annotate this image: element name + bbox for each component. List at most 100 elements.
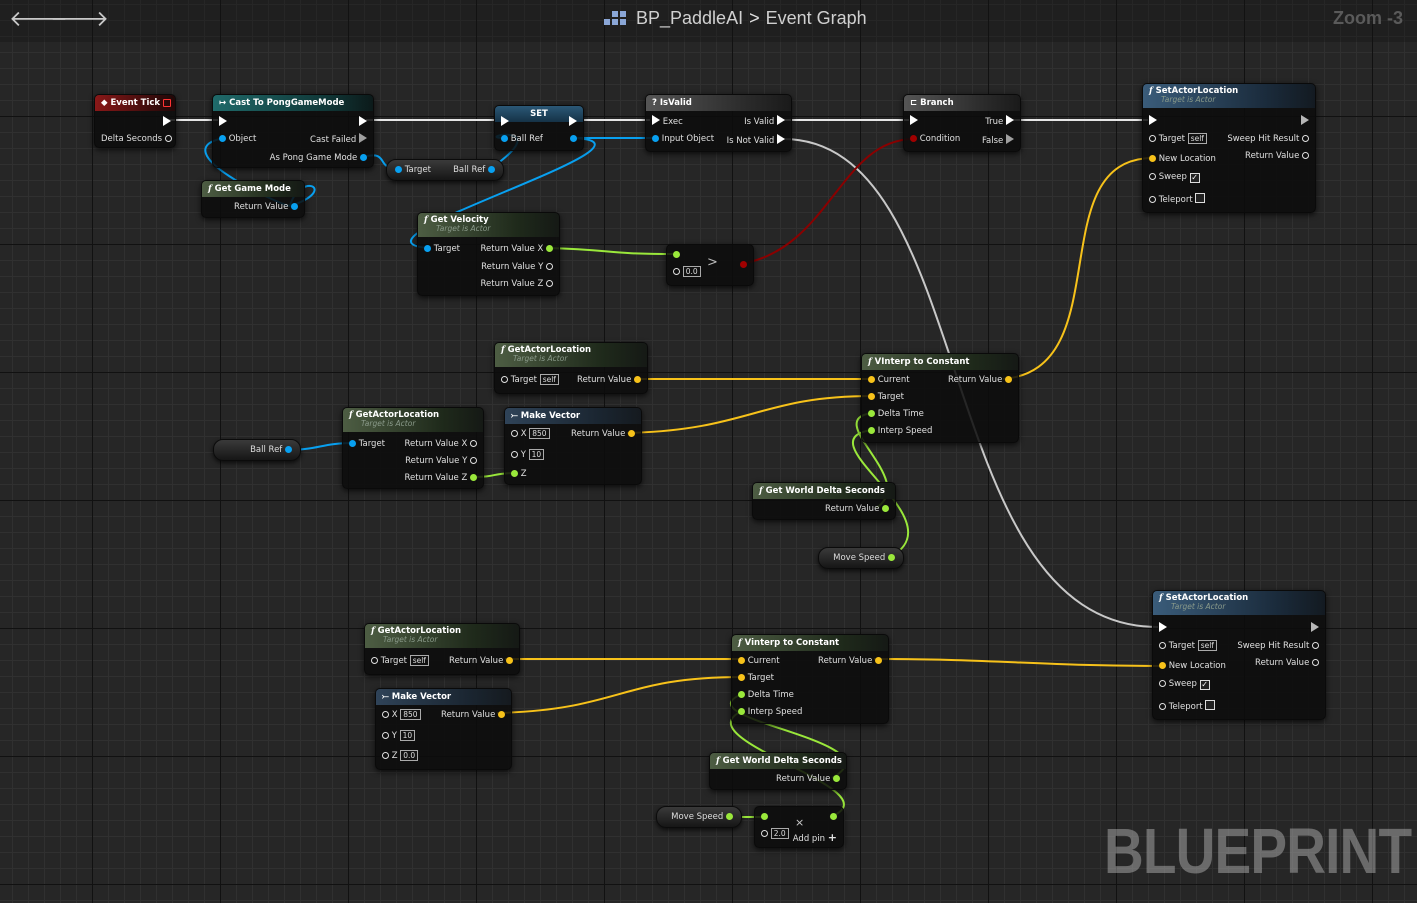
target-pin[interactable]: Target self xyxy=(371,655,429,667)
node-event-tick[interactable]: ◆ Event Tick Delta Seconds xyxy=(94,94,176,148)
return-value-pin[interactable]: Return Value xyxy=(818,655,882,667)
exec-in-pin[interactable] xyxy=(1149,115,1157,128)
return-value-pin[interactable]: Return Value xyxy=(571,428,635,440)
node-vinterp-to-constant-2[interactable]: f Vinterp to Constant Current Return Valu… xyxy=(731,634,889,724)
node-get-ball-ref[interactable]: Target Ball Ref xyxy=(386,159,504,181)
current-pin[interactable]: Current xyxy=(738,655,780,667)
node-ball-ref-variable[interactable]: Ball Ref xyxy=(213,439,301,461)
arrow-right-icon[interactable]: 🡒 xyxy=(50,9,109,31)
as-pong-game-mode-pin[interactable]: As Pong Game Mode xyxy=(270,152,367,164)
exec-out-pin[interactable] xyxy=(1311,622,1319,635)
target-pin[interactable]: Target xyxy=(868,391,904,403)
b-pin[interactable]: 0.0 xyxy=(673,266,701,278)
false-pin[interactable]: False xyxy=(982,134,1014,147)
return-value-z-pin[interactable]: Return Value Z xyxy=(481,278,553,290)
return-value-y-pin[interactable]: Return Value Y xyxy=(405,455,477,467)
teleport-checkbox[interactable] xyxy=(1195,193,1206,203)
ball-ref-in-pin[interactable]: Ball Ref xyxy=(501,133,543,145)
return-value-pin[interactable]: Return Value xyxy=(1255,657,1319,669)
node-get-actor-location-1[interactable]: f GetActorLocation Target is Actor Target … xyxy=(494,342,648,394)
exec-in-pin[interactable] xyxy=(501,116,509,129)
exec-out-pin[interactable] xyxy=(163,116,171,129)
object-pin[interactable]: Object xyxy=(219,133,256,145)
new-location-pin[interactable]: New Location xyxy=(1159,660,1226,672)
node-multiply[interactable]: 2.0 × Add pin + xyxy=(754,806,844,848)
ball-ref-out-pin[interactable] xyxy=(570,133,577,145)
exec-in-pin[interactable]: Exec xyxy=(652,115,683,128)
node-get-world-delta-seconds-2[interactable]: f Get World Delta Seconds Return Value xyxy=(709,752,847,790)
return-value-pin[interactable]: Return Value xyxy=(825,503,889,515)
sweep-pin[interactable]: Sweep ✓ xyxy=(1149,171,1200,183)
interp-speed-pin[interactable]: Interp Speed xyxy=(868,425,932,437)
delta-seconds-pin[interactable]: Delta Seconds xyxy=(101,133,172,145)
target-pin[interactable]: Target xyxy=(424,243,460,255)
is-not-valid-pin[interactable]: Is Not Valid xyxy=(727,134,785,147)
return-value-pin[interactable]: Return Value xyxy=(449,655,513,667)
node-make-vector-1[interactable]: ⤚ Make Vector X 850 Return Value Y 10 Z xyxy=(504,407,642,485)
node-get-velocity[interactable]: f Get Velocity Target is Actor Target Retu… xyxy=(417,212,560,296)
return-value-pin[interactable]: Return Value xyxy=(776,773,840,785)
y-pin[interactable]: Y 10 xyxy=(382,730,416,742)
target-pin[interactable]: Target self xyxy=(501,374,559,386)
exec-out-pin[interactable] xyxy=(359,116,367,129)
b-pin[interactable]: 2.0 xyxy=(761,828,789,840)
breadcrumb-blueprint[interactable]: BP_PaddleAI xyxy=(636,8,743,28)
exec-in-pin[interactable] xyxy=(1159,622,1167,635)
return-value-pin[interactable]: Return Value xyxy=(577,374,641,386)
target-pin[interactable]: Target self xyxy=(1159,640,1217,652)
return-value-z-pin[interactable]: Return Value Z xyxy=(405,472,477,484)
sweep-hit-result-pin[interactable]: Sweep Hit Result xyxy=(1227,133,1309,145)
z-pin[interactable]: Z xyxy=(511,468,527,480)
teleport-pin[interactable]: Teleport xyxy=(1159,700,1216,713)
input-object-pin[interactable]: Input Object xyxy=(652,133,714,145)
target-pin[interactable]: Target self xyxy=(1149,133,1207,145)
result-pin[interactable] xyxy=(830,811,837,823)
is-valid-pin[interactable]: Is Valid xyxy=(744,115,785,128)
exec-in-pin[interactable] xyxy=(219,116,227,129)
exec-out-pin[interactable] xyxy=(1301,115,1309,128)
result-pin[interactable] xyxy=(740,259,747,271)
node-get-game-mode[interactable]: f Get Game Mode Return Value xyxy=(201,180,305,218)
node-get-actor-location-2[interactable]: f GetActorLocation Target is Actor Target … xyxy=(342,407,484,489)
return-value-x-pin[interactable]: Return Value X xyxy=(481,243,553,255)
a-pin[interactable] xyxy=(761,811,768,823)
z-pin[interactable]: Z 0.0 xyxy=(382,750,419,762)
true-pin[interactable]: True xyxy=(985,115,1014,128)
cast-failed-pin[interactable]: Cast Failed xyxy=(310,133,367,146)
node-get-world-delta-seconds-1[interactable]: f Get World Delta Seconds Return Value xyxy=(752,482,896,520)
exec-out-pin[interactable] xyxy=(569,116,577,129)
current-pin[interactable]: Current xyxy=(868,374,910,386)
teleport-pin[interactable]: Teleport xyxy=(1149,193,1206,206)
node-cast-to-pong-game-mode[interactable]: ↦ Cast To PongGameMode Object Cast Faile… xyxy=(212,94,374,168)
return-value-pin[interactable]: Return Value xyxy=(948,374,1012,386)
sweep-checkbox[interactable]: ✓ xyxy=(1199,680,1210,690)
exec-in-pin[interactable] xyxy=(910,115,918,128)
breadcrumb-graph[interactable]: Event Graph xyxy=(766,8,867,28)
return-value-pin[interactable]: Return Value xyxy=(234,201,298,213)
y-pin[interactable]: Y 10 xyxy=(511,449,545,461)
node-set-actor-location-2[interactable]: f SetActorLocation Target is Actor Target … xyxy=(1152,590,1326,720)
node-move-speed-variable-2[interactable]: Move Speed xyxy=(656,806,742,828)
node-is-valid[interactable]: ? IsValid Exec Is Valid Input Object Is … xyxy=(645,94,792,152)
add-pin-button[interactable]: Add pin + xyxy=(793,832,837,845)
node-branch[interactable]: ⊏ Branch True Condition False xyxy=(903,94,1021,152)
condition-pin[interactable]: Condition xyxy=(910,133,960,145)
new-location-pin[interactable]: New Location xyxy=(1149,153,1216,165)
x-pin[interactable]: X 850 xyxy=(511,428,550,440)
node-make-vector-2[interactable]: ⤚ Make Vector X 850 Return Value Y 10 Z … xyxy=(375,688,512,770)
node-get-actor-location-3[interactable]: f GetActorLocation Target is Actor Target … xyxy=(364,623,520,675)
node-greater-than[interactable]: 0.0 > xyxy=(666,244,754,286)
return-value-pin[interactable]: Return Value xyxy=(1245,150,1309,162)
node-vinterp-to-constant-1[interactable]: f VInterp to Constant Current Return Valu… xyxy=(861,353,1019,443)
delta-time-pin[interactable]: Delta Time xyxy=(738,689,794,701)
interp-speed-pin[interactable]: Interp Speed xyxy=(738,706,802,718)
sweep-pin[interactable]: Sweep ✓ xyxy=(1159,678,1210,690)
return-value-pin[interactable]: Return Value xyxy=(441,709,505,721)
node-move-speed-variable-1[interactable]: Move Speed xyxy=(818,547,904,569)
sweep-hit-result-pin[interactable]: Sweep Hit Result xyxy=(1237,640,1319,652)
return-value-x-pin[interactable]: Return Value X xyxy=(405,438,477,450)
a-pin[interactable] xyxy=(673,249,680,261)
target-pin[interactable]: Target xyxy=(349,438,385,450)
x-pin[interactable]: X 850 xyxy=(382,709,421,721)
node-set-actor-location-1[interactable]: f SetActorLocation Target is Actor Target … xyxy=(1142,83,1316,213)
